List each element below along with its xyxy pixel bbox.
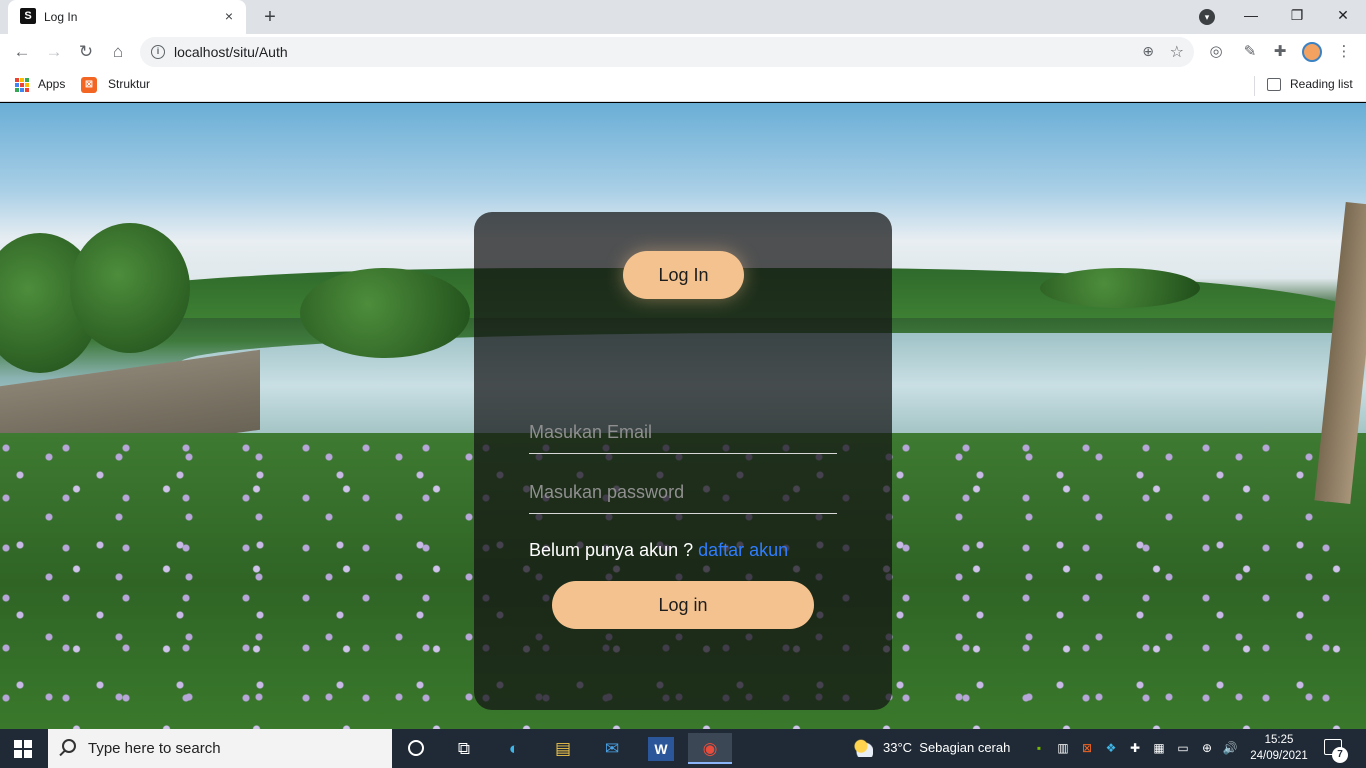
apps-grid-dot [15,78,19,82]
extension-icon[interactable]: ◎ [1205,41,1227,63]
forward-icon[interactable]: → [42,40,66,64]
home-icon[interactable]: ⌂ [106,40,130,64]
clock-time: 15:25 [1264,734,1294,746]
tray-icon[interactable]: ▥ [1055,740,1071,756]
apps-grid-icon[interactable] [15,78,29,92]
register-prompt-text: Belum punya akun ? [529,540,694,560]
reading-list-button[interactable]: Reading list [1290,77,1353,91]
xampp-icon: ⊠ [81,77,97,93]
volume-icon[interactable]: 🔊 [1222,740,1238,756]
site-favicon-icon: S [20,8,36,24]
site-info-icon[interactable]: i [151,45,165,59]
notification-count-badge: 7 [1332,747,1348,763]
apps-grid-dot [15,83,19,87]
apps-grid-dot [20,88,24,92]
weather-condition: Sebagian cerah [919,740,1011,755]
close-icon[interactable]: × [220,7,238,25]
word-icon[interactable]: W [648,737,674,761]
taskbar-search-placeholder: Type here to search [88,740,221,757]
bookmark-star-icon[interactable]: ☆ [1170,42,1184,62]
address-bar[interactable]: i localhost/situ/Auth ⊕ ☆ [140,37,1194,67]
tab-login[interactable]: S Log In × [8,0,246,34]
zoom-icon[interactable]: ⊕ [1142,43,1154,60]
bookmark-apps[interactable]: Apps [38,77,65,91]
browser-toolbar: ← → ↻ ⌂ i localhost/situ/Auth ⊕ ☆ ◎ ✎ ✚ … [0,34,1366,70]
reload-icon[interactable]: ↻ [74,40,98,64]
search-icon [62,739,76,753]
apps-grid-dot [25,83,29,87]
background-tree [70,223,190,353]
register-link[interactable]: daftar akun [698,540,788,560]
file-explorer-icon[interactable]: ▤ [541,733,585,764]
restore-button[interactable]: ❐ [1274,0,1320,30]
background-tree [1040,268,1200,308]
apps-grid-dot [20,83,24,87]
login-submit-button[interactable]: Log in [552,581,814,629]
task-view-icon[interactable]: ⧉ [442,733,486,764]
apps-grid-dot [20,78,24,82]
password-field[interactable] [529,472,837,514]
windows-taskbar: Type here to search ⧉ ◐ ▤ ✉ W ◉ 33°C Seb… [0,729,1366,768]
bookmark-struktur[interactable]: Struktur [108,77,150,91]
register-prompt: Belum punya akun ? daftar akun [529,540,788,561]
back-icon[interactable]: ← [10,40,34,64]
url-text[interactable]: localhost/situ/Auth [174,44,288,60]
weather-icon[interactable] [853,739,873,757]
divider [1254,76,1255,96]
menu-icon[interactable]: ⋮ [1333,41,1355,63]
battery-icon[interactable]: ▭ [1175,740,1191,756]
reading-list-icon[interactable] [1267,78,1281,91]
nvidia-tray-icon[interactable]: ▪ [1031,740,1047,756]
weather-temp: 33°C [883,740,913,755]
taskbar-search-input[interactable]: Type here to search [48,729,392,768]
apps-grid-dot [25,88,29,92]
apps-grid-dot [15,88,19,92]
minimize-button[interactable]: — [1228,0,1274,30]
tray-icon[interactable]: ❖ [1103,740,1119,756]
tray-icon[interactable]: ✚ [1127,740,1143,756]
window-close-button[interactable]: ✕ [1320,0,1366,30]
chrome-icon[interactable]: ◉ [688,733,732,764]
weather-widget[interactable]: 33°C Sebagian cerah [883,740,1010,755]
email-field[interactable] [529,412,837,454]
windows-start-icon[interactable] [14,740,32,758]
login-card: Log In Belum punya akun ? daftar akun Lo… [474,212,892,710]
apps-grid-dot [25,78,29,82]
login-header-button[interactable]: Log In [623,251,744,299]
mail-icon[interactable]: ✉ [590,733,634,764]
tab-title: Log In [44,10,78,24]
new-tab-button[interactable]: + [258,5,282,29]
avatar[interactable] [1302,42,1322,62]
clock-date: 24/09/2021 [1250,750,1308,762]
extension-pen-icon[interactable]: ✎ [1239,41,1261,63]
tab-strip: S Log In × + ▾ — ❐ ✕ [0,0,1366,34]
cortana-icon[interactable] [408,740,424,756]
bookmarks-bar: Apps ⊠ Struktur Reading list [0,70,1366,102]
network-icon[interactable]: ⊕ [1199,740,1215,756]
puzzle-icon[interactable]: ✚ [1269,41,1291,63]
edge-icon[interactable]: ◐ [492,733,536,764]
taskbar-clock[interactable]: 15:25 24/09/2021 [1248,732,1310,764]
xampp-tray-icon[interactable]: ⊠ [1079,740,1095,756]
tab-search-icon[interactable]: ▾ [1199,9,1215,25]
tray-icon[interactable]: ▦ [1151,740,1167,756]
background-tree [300,268,470,358]
